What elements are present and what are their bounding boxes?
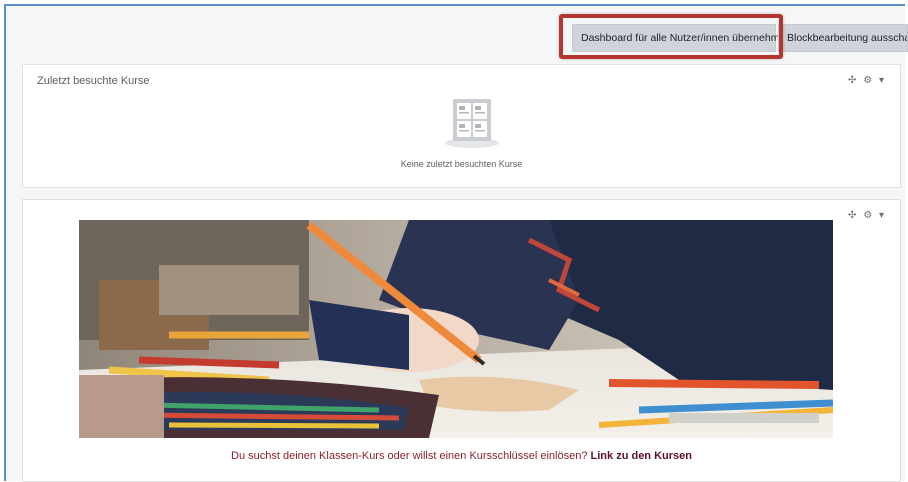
move-icon[interactable]: ✣	[848, 75, 858, 86]
recent-courses-block: Zuletzt besuchte Kurse ✣ ⚙ ▾ Keine zulet…	[22, 64, 901, 188]
stop-editing-button[interactable]: Blockbearbeitung ausschalten	[778, 24, 908, 52]
courses-link[interactable]: Link zu den Kursen	[591, 450, 692, 462]
caret-down-icon[interactable]: ▾	[879, 210, 886, 221]
image-block: ✣ ⚙ ▾ Du suchst deinen Klassen-Kurs oder…	[22, 199, 901, 482]
block-controls: ✣ ⚙ ▾	[848, 75, 886, 86]
gear-icon[interactable]: ⚙	[863, 210, 874, 221]
courses-empty-icon	[445, 99, 499, 148]
block-controls: ✣ ⚙ ▾	[848, 210, 886, 221]
gear-icon[interactable]: ⚙	[863, 75, 874, 86]
page-frame: Dashboard für alle Nutzer/innen übernehm…	[4, 4, 908, 482]
caret-down-icon[interactable]: ▾	[879, 75, 886, 86]
hero-image	[79, 220, 833, 438]
block-title: Zuletzt besuchte Kurse	[37, 75, 150, 87]
courses-caption: Du suchst deinen Klassen-Kurs oder wills…	[23, 450, 900, 462]
caption-text: Du suchst deinen Klassen-Kurs oder wills…	[231, 450, 588, 462]
empty-state-text: Keine zuletzt besuchten Kurse	[400, 159, 523, 169]
dashboard-toolbar: Dashboard für alle Nutzer/innen übernehm…	[6, 6, 908, 62]
drawing-child-image	[79, 220, 833, 438]
move-icon[interactable]: ✣	[848, 210, 858, 221]
reset-dashboard-button[interactable]: Dashboard für alle Nutzer/innen übernehm…	[572, 24, 791, 52]
